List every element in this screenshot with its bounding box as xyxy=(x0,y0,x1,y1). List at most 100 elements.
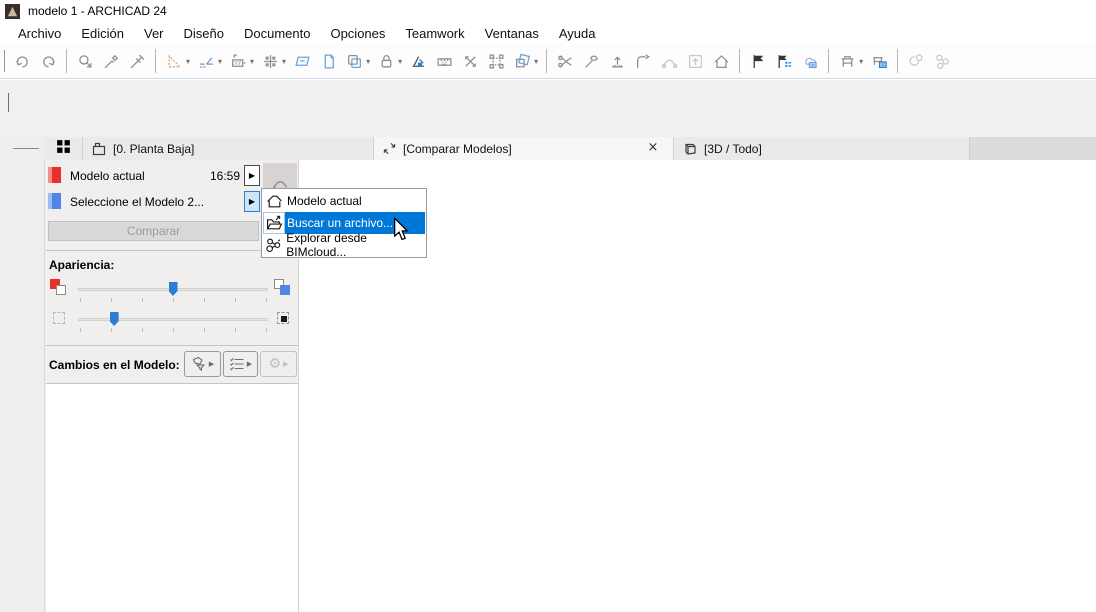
snap-guides-dropdown-arrow-icon[interactable]: ▾ xyxy=(218,57,222,66)
appearance-label: Apariencia: xyxy=(49,258,114,272)
furniture-schedule-icon[interactable] xyxy=(866,47,892,75)
cloud-notes-icon[interactable] xyxy=(797,47,823,75)
furniture-dropdown-arrow-icon[interactable]: ▾ xyxy=(859,57,863,66)
tab-overview-button[interactable] xyxy=(45,137,83,160)
undo-icon[interactable] xyxy=(9,47,35,75)
menu-archivo[interactable]: Archivo xyxy=(8,24,71,43)
flag-list-icon[interactable] xyxy=(771,47,797,75)
svg-text:12: 12 xyxy=(441,60,447,66)
unchanged-elements-slider[interactable] xyxy=(78,318,268,321)
flyout-arrow-icon: ▶ xyxy=(283,360,288,368)
menu-item-label: Modelo actual xyxy=(287,194,362,208)
model1-label: Modelo actual xyxy=(70,169,145,183)
arc-edit-icon[interactable] xyxy=(656,47,682,75)
furniture-icon[interactable] xyxy=(834,47,860,75)
criteria-list-button[interactable]: ▶ xyxy=(223,351,258,377)
flyout-arrow-icon: ▶ xyxy=(209,360,214,368)
marquee-icon[interactable] xyxy=(341,47,367,75)
rotate-icon[interactable] xyxy=(509,47,535,75)
unchanged-elements-slider-thumb[interactable] xyxy=(110,312,119,326)
snap-grid-icon[interactable] xyxy=(257,47,283,75)
rotate-dropdown-arrow-icon[interactable]: ▾ xyxy=(534,57,538,66)
model1-appearance-slider-thumb[interactable] xyxy=(169,282,178,296)
slider2-ticks xyxy=(80,328,267,332)
unchanged-dim-icon-on xyxy=(276,310,298,332)
auto-dimension-icon[interactable] xyxy=(405,47,431,75)
toolbar-separator xyxy=(828,49,829,73)
coordinates-icon[interactable]: XY xyxy=(225,47,251,75)
panel-separator xyxy=(46,345,298,346)
model1-appearance-icon xyxy=(50,279,72,301)
tab-close-icon[interactable]: × xyxy=(645,140,661,155)
current-model-house-icon xyxy=(264,191,284,211)
marquee-dropdown-arrow-icon[interactable]: ▾ xyxy=(366,57,370,66)
menu-teamwork[interactable]: Teamwork xyxy=(395,24,474,43)
toolbar-separator xyxy=(66,49,67,73)
panel-grip-dash[interactable] xyxy=(13,148,39,149)
redo-icon[interactable] xyxy=(35,47,61,75)
lock-dropdown-arrow-icon[interactable]: ▾ xyxy=(398,57,402,66)
menu-diseno[interactable]: Diseño xyxy=(174,24,234,43)
left-gutter xyxy=(0,160,45,612)
comparar-button[interactable]: Comparar xyxy=(48,221,259,241)
model-changes-label: Cambios en el Modelo: xyxy=(49,358,180,372)
menu-ayuda[interactable]: Ayuda xyxy=(549,24,606,43)
tab-planta-baja[interactable]: [0. Planta Baja] xyxy=(83,137,374,160)
zoom-select-icon[interactable] xyxy=(72,47,98,75)
toolbar-separator xyxy=(155,49,156,73)
menu-documento[interactable]: Documento xyxy=(234,24,320,43)
model2-source-arrow-button[interactable]: ▶ xyxy=(244,191,260,212)
group-icon[interactable] xyxy=(483,47,509,75)
guide-lines-dropdown-arrow-icon[interactable]: ▾ xyxy=(186,57,190,66)
trim-icon[interactable] xyxy=(578,47,604,75)
bimcloud-icon xyxy=(264,235,283,255)
gear-icon: ⚙ xyxy=(269,357,282,371)
change-settings-button[interactable]: ⚙ ▶ xyxy=(260,351,297,377)
model1-color-swatch[interactable] xyxy=(48,167,61,183)
split-icon[interactable] xyxy=(552,47,578,75)
changes-list-area[interactable] xyxy=(46,383,298,612)
flag-icon[interactable] xyxy=(745,47,771,75)
home-story-icon[interactable] xyxy=(708,47,734,75)
model1-timestamp: 16:59 xyxy=(195,169,240,183)
tab-3d-todo[interactable]: [3D / Todo] xyxy=(674,137,970,160)
coordinates-dropdown-arrow-icon[interactable]: ▾ xyxy=(250,57,254,66)
pick-parameters-icon[interactable] xyxy=(98,47,124,75)
stretch-icon[interactable] xyxy=(457,47,483,75)
menu-edicion[interactable]: Edición xyxy=(71,24,134,43)
lock-icon[interactable] xyxy=(373,47,399,75)
virtual-trace-sheet-icon[interactable] xyxy=(315,47,341,75)
trace-reference-icon[interactable] xyxy=(289,47,315,75)
snap-grid-dropdown-arrow-icon[interactable]: ▾ xyxy=(282,57,286,66)
menu-opciones[interactable]: Opciones xyxy=(320,24,395,43)
floor-plan-icon xyxy=(91,141,107,157)
browse-file-folder-icon xyxy=(264,213,284,233)
snap-guides-icon[interactable] xyxy=(193,47,219,75)
flyout-arrow-icon: ▶ xyxy=(247,360,252,368)
inject-parameters-icon[interactable] xyxy=(124,47,150,75)
workspace: Modelo actual 16:59 ▶ Seleccione el Mode… xyxy=(0,160,1096,612)
measure-icon[interactable]: 12 xyxy=(431,47,457,75)
adjust-icon[interactable] xyxy=(604,47,630,75)
menu-ver[interactable]: Ver xyxy=(134,24,174,43)
resize-icon[interactable] xyxy=(682,47,708,75)
fillet-icon[interactable] xyxy=(630,47,656,75)
menu-item-modelo-actual[interactable]: Modelo actual xyxy=(263,190,425,212)
tab-label: [0. Planta Baja] xyxy=(113,142,194,156)
menu-ventanas[interactable]: Ventanas xyxy=(475,24,549,43)
model1-source-arrow-button[interactable]: ▶ xyxy=(244,165,260,186)
model2-color-swatch[interactable] xyxy=(48,193,61,209)
toolbar-grip[interactable] xyxy=(4,50,5,72)
toolbar-separator xyxy=(897,49,898,73)
panel-grip-zone xyxy=(0,137,45,160)
tab-bar: [0. Planta Baja] [Comparar Modelos] × [3… xyxy=(0,137,1096,160)
model2-label: Seleccione el Modelo 2... xyxy=(70,195,204,209)
compare-arrows-icon xyxy=(382,141,397,156)
connect-b-icon[interactable] xyxy=(929,47,955,75)
guide-lines-icon[interactable] xyxy=(161,47,187,75)
toolbar-separator xyxy=(739,49,740,73)
connect-a-icon[interactable] xyxy=(903,47,929,75)
tab-comparar-modelos[interactable]: [Comparar Modelos] × xyxy=(374,137,674,160)
filter-changes-button[interactable]: ▶ xyxy=(184,351,221,377)
slider1-ticks xyxy=(80,298,267,302)
